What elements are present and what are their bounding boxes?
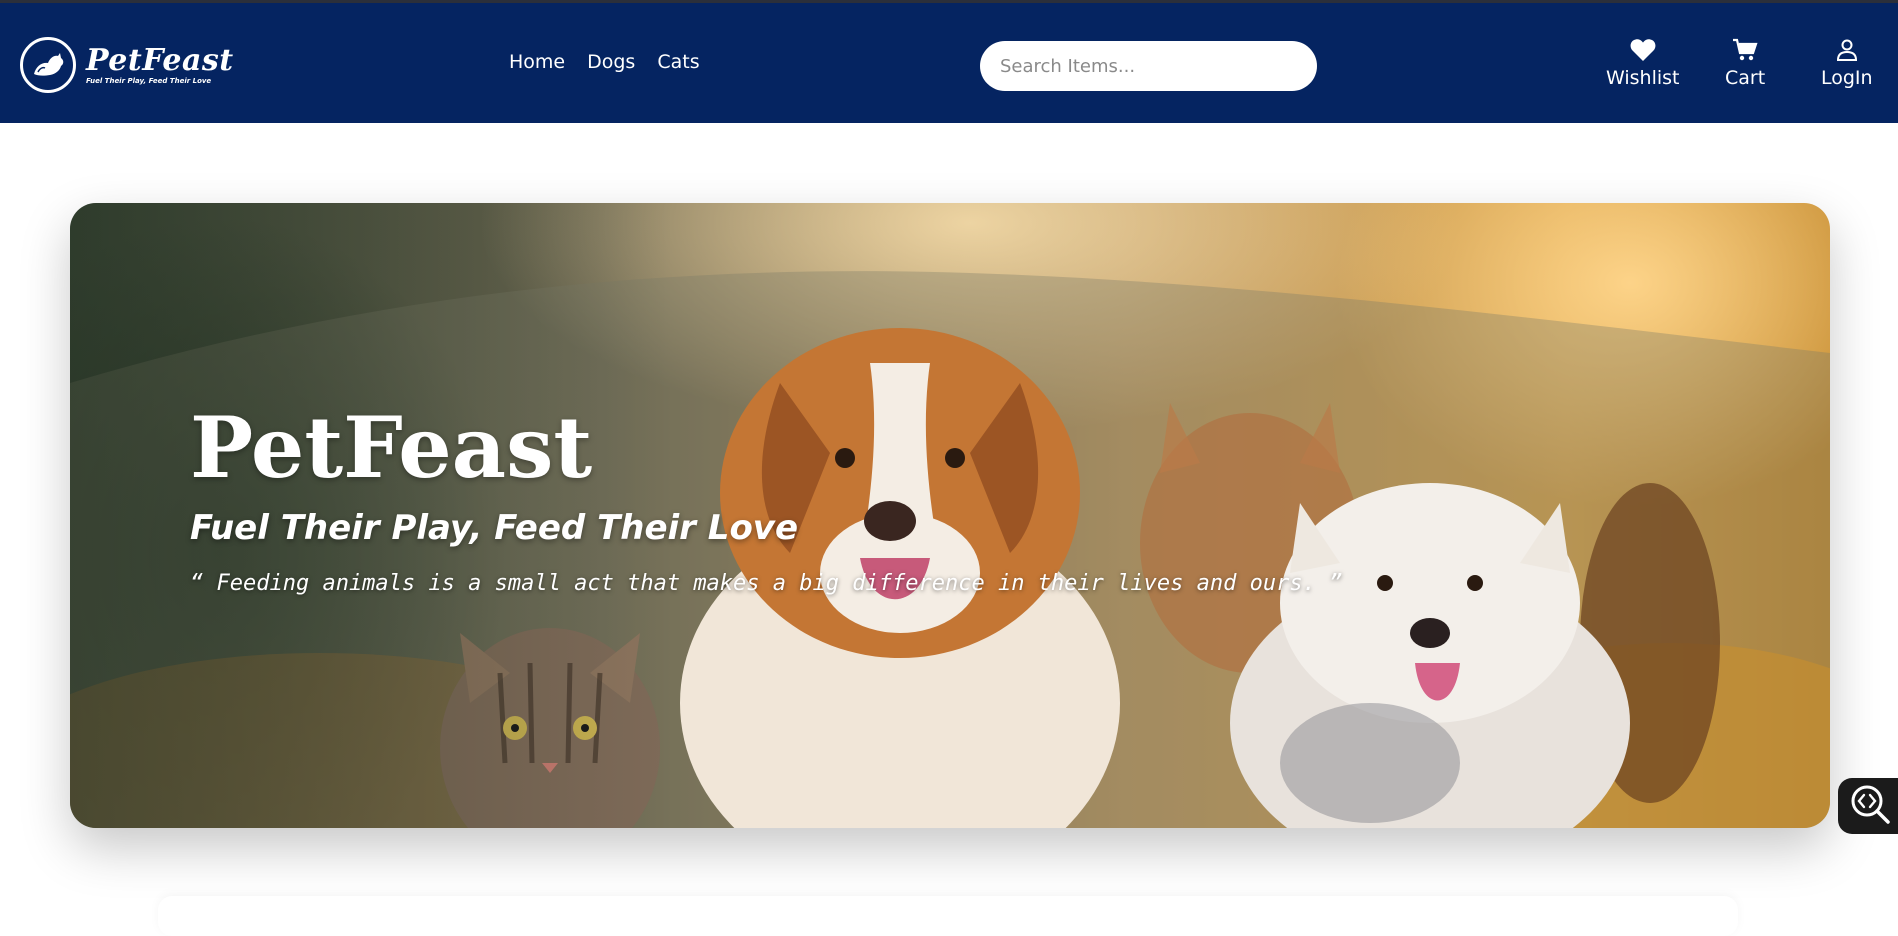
header-actions: Wishlist Cart LogIn (0, 37, 1898, 97)
content-card-top (158, 896, 1738, 936)
hero-banner: PetFeast Fuel Their Play, Feed Their Lov… (70, 203, 1830, 828)
wishlist-label: Wishlist (1606, 67, 1680, 89)
heart-icon (1630, 37, 1656, 63)
cart-icon (1732, 37, 1758, 63)
navbar: PetFeast Fuel Their Play, Feed Their Lov… (0, 3, 1898, 123)
code-zoom-widget-button[interactable] (1838, 778, 1898, 834)
login-label: LogIn (1821, 67, 1873, 89)
wishlist-button[interactable]: Wishlist (1606, 37, 1680, 89)
hero-quote: “ Feeding animals is a small act that ma… (190, 571, 1343, 596)
user-icon (1835, 37, 1859, 63)
cart-label: Cart (1725, 67, 1766, 89)
code-zoom-icon (1848, 782, 1892, 830)
login-button[interactable]: LogIn (1821, 37, 1873, 89)
hero-subtitle: Fuel Their Play, Feed Their Love (190, 508, 799, 548)
cart-button[interactable]: Cart (1725, 37, 1765, 89)
hero-title: PetFeast (190, 398, 593, 497)
